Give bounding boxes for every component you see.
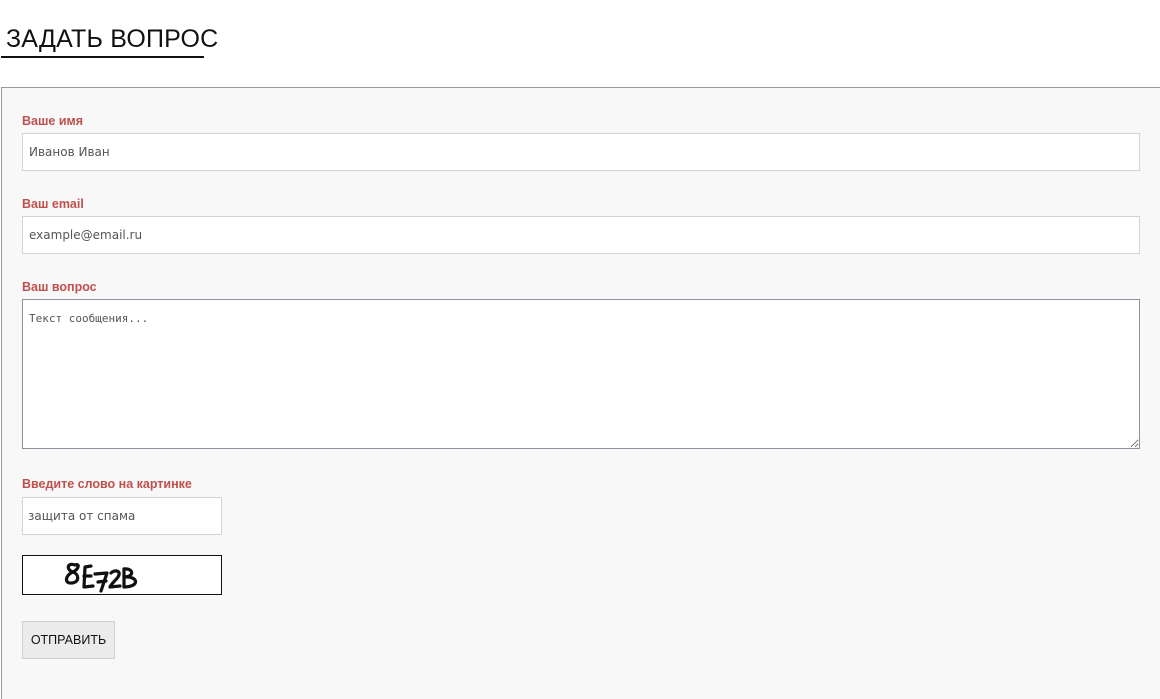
name-input[interactable] — [22, 133, 1140, 171]
email-input[interactable] — [22, 216, 1140, 254]
email-label: Ваш email — [22, 197, 84, 211]
page-title: ЗАДАТЬ ВОПРОС — [1, 22, 218, 58]
captcha-image — [22, 555, 222, 595]
captcha-glyphs — [64, 562, 138, 593]
question-textarea[interactable] — [22, 299, 1140, 449]
submit-button[interactable]: ОТПРАВИТЬ — [22, 621, 115, 659]
captcha-input[interactable] — [22, 497, 222, 535]
name-label: Ваше имя — [22, 114, 84, 128]
question-form: Ваше имя Ваш email Ваш вопрос Введите сл… — [1, 87, 1160, 699]
question-label: Ваш вопрос — [22, 280, 97, 294]
captcha-label: Введите слово на картинке — [22, 477, 192, 491]
